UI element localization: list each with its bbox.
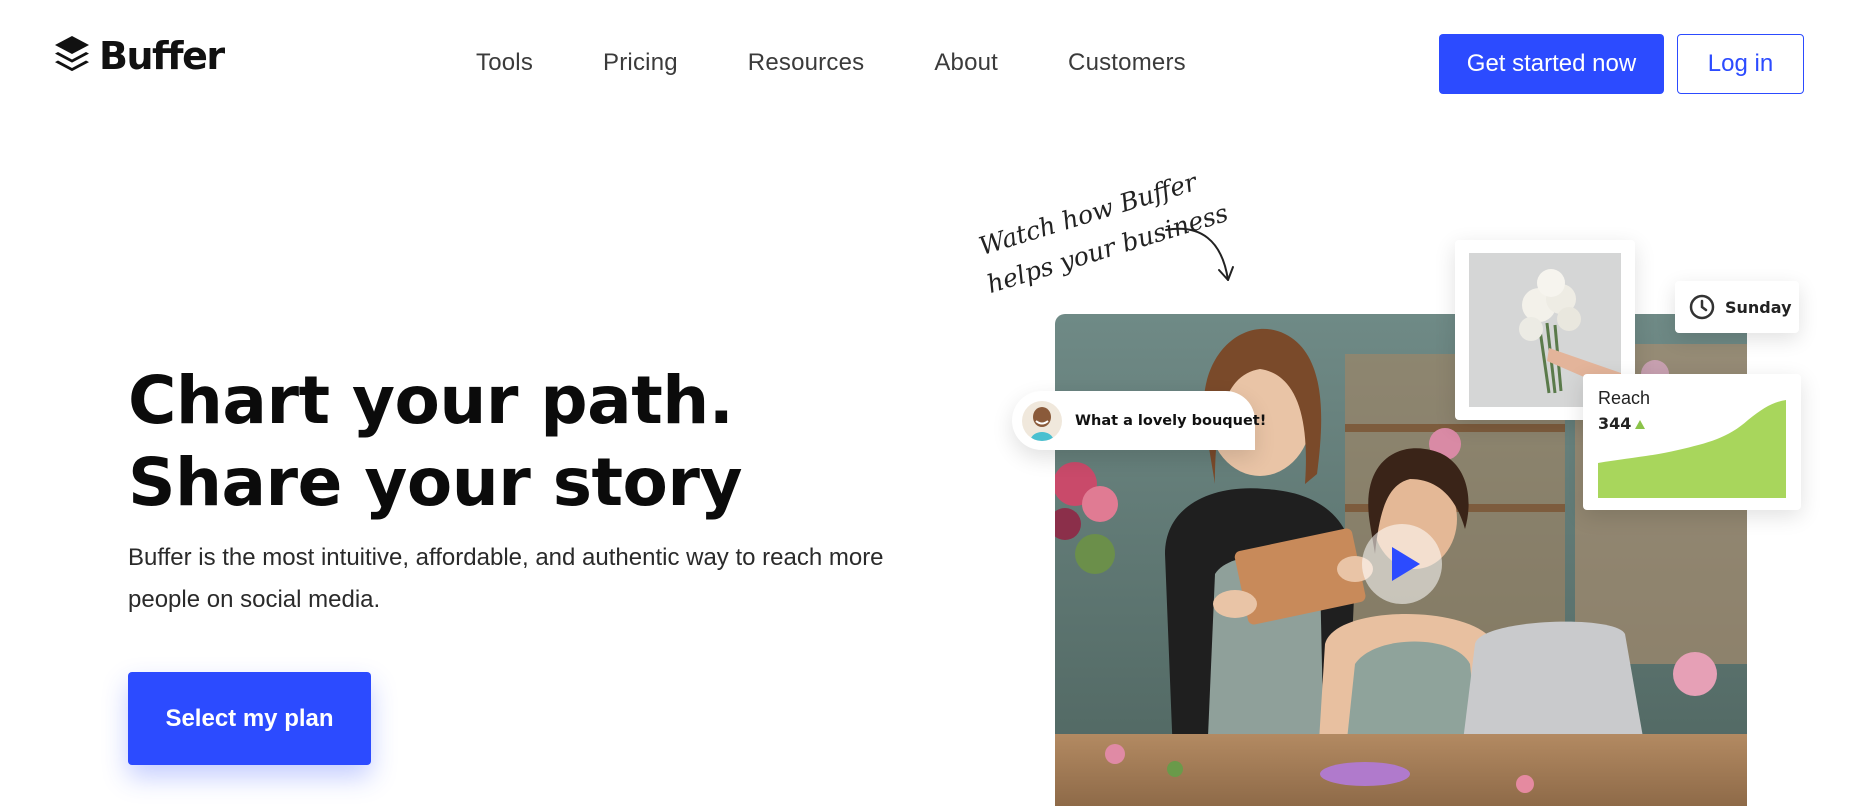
- hero-subtitle: Buffer is the most intuitive, affordable…: [128, 544, 884, 613]
- nav-resources[interactable]: Resources: [748, 48, 865, 78]
- get-started-button[interactable]: Get started now: [1439, 34, 1664, 94]
- schedule-badge: Sunday: [1675, 281, 1799, 333]
- nav-pricing[interactable]: Pricing: [603, 48, 678, 78]
- avatar: [1022, 400, 1062, 441]
- site-header: Buffer Tools Pricing Resources About Cus…: [0, 0, 1866, 120]
- logo-wordmark: Buffer: [99, 34, 225, 78]
- comment-text: What a lovely bouquet!: [1075, 412, 1267, 429]
- play-button[interactable]: [1362, 524, 1442, 604]
- login-button[interactable]: Log in: [1677, 34, 1804, 94]
- comment-bubble: What a lovely bouquet!: [1012, 391, 1266, 450]
- buffer-logo[interactable]: Buffer: [53, 34, 225, 78]
- hero-title: Chart your path. Share your story: [128, 360, 742, 524]
- reach-card: Reach 344: [1583, 374, 1801, 510]
- select-plan-button[interactable]: Select my plan: [128, 672, 371, 765]
- nav-tools[interactable]: Tools: [476, 48, 533, 78]
- buffer-logo-icon: [55, 36, 89, 72]
- avatar-image: [1022, 400, 1062, 441]
- hero-title-line-2: Share your story: [128, 444, 742, 521]
- schedule-day: Sunday: [1725, 297, 1792, 317]
- nav-customers[interactable]: Customers: [1068, 48, 1186, 78]
- reach-area-chart: [1598, 400, 1786, 498]
- clock-icon: [1689, 294, 1715, 320]
- hero-title-line-1: Chart your path.: [128, 362, 734, 439]
- main-nav: Tools Pricing Resources About Customers: [476, 48, 1256, 78]
- nav-about[interactable]: About: [934, 48, 998, 78]
- handwritten-note: Watch how Buffer helps your business: [976, 167, 1232, 308]
- arrow-icon: [1165, 227, 1234, 281]
